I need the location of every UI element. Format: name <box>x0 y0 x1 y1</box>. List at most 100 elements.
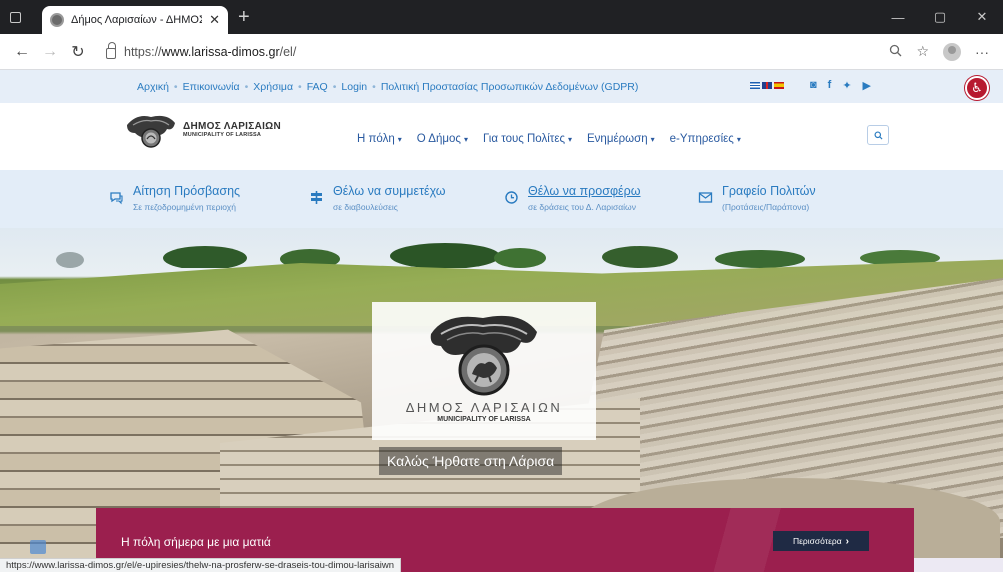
top-link-useful[interactable]: Χρήσιμα <box>253 81 293 93</box>
top-link-home[interactable]: Αρχική <box>137 81 169 93</box>
site-header: ΔΗΜΟΣ ΛΑΡΙΣΑΙΩΝ MUNICIPALITY OF LARISSA … <box>0 103 1003 170</box>
close-window-button[interactable]: ✕ <box>961 0 1003 34</box>
chevron-down-icon: ▾ <box>568 135 573 144</box>
nav-item-e-services[interactable]: e-Υπηρεσίες ▾ <box>670 133 741 145</box>
nav-item-label: Η πόλη <box>357 133 395 145</box>
quick-link-subtitle: (Προτάσεις/Παράπονα) <box>722 202 810 212</box>
top-link-contact[interactable]: Επικοινωνία <box>183 81 240 93</box>
municipality-emblem-icon <box>430 315 537 396</box>
search-button[interactable] <box>867 125 889 145</box>
minimize-button[interactable]: — <box>877 0 919 34</box>
favorite-star-icon[interactable]: ☆ <box>916 43 929 60</box>
forward-button[interactable]: → <box>36 43 64 61</box>
chat-icon <box>108 190 124 206</box>
zoom-icon[interactable] <box>889 44 902 60</box>
top-link-faq[interactable]: FAQ <box>307 81 328 93</box>
more-button[interactable]: Περισσότερα › <box>773 531 869 551</box>
nav-item-label: Ο Δήμος <box>416 133 461 145</box>
tab-actions-icon <box>9 11 21 23</box>
tab-title: Δήμος Λαρισαίων - ΔΗΜΟΣ ΛΑΡ <box>71 14 203 26</box>
quick-link-subtitle: Σε πεζοδρομημένη περιοχή <box>133 202 236 212</box>
browser-tab[interactable]: Δήμος Λαρισαίων - ΔΗΜΟΣ ΛΑΡ ✕ <box>42 6 228 34</box>
address-bar: ← → ↻ https://www.larissa-dimos.gr/el/ ☆… <box>0 34 1003 70</box>
top-link-login[interactable]: Login <box>341 81 367 93</box>
clock-icon <box>503 190 519 206</box>
close-tab-icon[interactable]: ✕ <box>209 12 220 28</box>
hero-logo-card: ΔΗΜΟΣ ΛΑΡΙΣΑΙΩΝ MUNICIPALITY OF LARISSA <box>372 302 596 440</box>
separator: • <box>173 80 178 93</box>
nav-item-news[interactable]: Ενημέρωση ▾ <box>587 133 655 145</box>
main-navigation: Η πόλη ▾ Ο Δήμος ▾ Για τους Πολίτες ▾ Ενημέ… <box>357 133 741 145</box>
accessibility-button[interactable]: ♿ <box>965 76 989 100</box>
quick-links-band: Αίτηση Πρόσβασης Σε πεζοδρομημένη περιοχ… <box>0 170 1003 228</box>
logo-text-english: MUNICIPALITY OF LARISSA <box>183 132 262 139</box>
twitter-icon[interactable]: ✦ <box>842 79 851 92</box>
quick-link-title: Θέλω να συμμετέχω <box>333 184 446 198</box>
quick-link-participate[interactable]: Θέλω να συμμετέχω σε διαβουλεύσεις <box>308 184 446 212</box>
facebook-icon[interactable]: f <box>828 79 832 92</box>
url-field[interactable]: https://www.larissa-dimos.gr/el/ <box>106 42 889 59</box>
more-options-icon[interactable]: ··· <box>975 44 989 60</box>
nav-item-citizens[interactable]: Για τους Πολίτες ▾ <box>483 133 572 145</box>
quick-link-subtitle: σε δράσεις του Δ. Λαρισαίων <box>528 202 636 212</box>
url-domain: www.larissa-dimos.gr <box>161 44 280 59</box>
top-link-gdpr[interactable]: Πολιτική Προστασίας Προσωπικών Δεδομένων… <box>381 81 639 93</box>
maximize-button[interactable]: ▢ <box>919 0 961 34</box>
separator: • <box>372 80 376 93</box>
english-flag-icon[interactable] <box>762 82 772 89</box>
refresh-button[interactable]: ↻ <box>64 42 92 62</box>
greek-flag-icon[interactable] <box>750 82 760 89</box>
profile-avatar[interactable] <box>943 42 961 61</box>
quick-link-access-request[interactable]: Αίτηση Πρόσβασης Σε πεζοδρομημένη περιοχ… <box>108 184 240 212</box>
trees-background <box>56 243 940 268</box>
site-logo[interactable]: ΔΗΜΟΣ ΛΑΡΙΣΑΙΩΝ MUNICIPALITY OF LARISSA <box>123 111 281 149</box>
separator: • <box>244 80 249 93</box>
top-links: Αρχική • Επικοινωνία • Χρήσιμα • FAQ • L… <box>137 81 638 93</box>
quick-link-title: Αίτηση Πρόσβασης <box>133 184 241 198</box>
chevron-down-icon: ▾ <box>463 135 468 144</box>
quick-link-title: Γραφείο Πολιτών <box>722 184 816 198</box>
url-prefix: https:// <box>124 44 162 59</box>
more-button-label: Περισσότερα <box>793 536 842 546</box>
nav-item-label: Για τους Πολίτες <box>482 133 565 145</box>
status-bar-url: https://www.larissa-dimos.gr/el/e-upires… <box>0 558 402 572</box>
quick-link-volunteer[interactable]: Θέλω να προσφέρω σε δράσεις του Δ. Λαρισ… <box>503 184 641 212</box>
separator: • <box>332 80 337 93</box>
quick-link-subtitle: σε διαβουλεύσεις <box>333 202 398 212</box>
signpost-icon <box>308 190 324 206</box>
url-path: /el/ <box>279 44 297 59</box>
favicon-icon <box>50 13 64 27</box>
logo-emblem-icon <box>127 115 175 148</box>
chevron-down-icon: ▾ <box>736 135 741 144</box>
page-edge <box>914 558 1003 572</box>
city-glance-title: Η πόλη σήμερα με μια ματιά <box>121 535 271 549</box>
hero-banner: ΔΗΜΟΣ ΛΑΡΙΣΑΙΩΝ MUNICIPALITY OF LARISSA … <box>0 228 1003 572</box>
instagram-icon[interactable]: ◙ <box>810 79 817 92</box>
nav-item-municipality[interactable]: Ο Δήμος ▾ <box>417 133 468 145</box>
hero-logo-greek: ΔΗΜΟΣ ΛΑΡΙΣΑΙΩΝ <box>405 400 563 415</box>
language-flags <box>750 82 784 89</box>
browser-titlebar: Δήμος Λαρισαίων - ΔΗΜΟΣ ΛΑΡ ✕ + — ▢ ✕ <box>0 0 1003 34</box>
quick-link-citizen-office[interactable]: Γραφείο Πολιτών (Προτάσεις/Παράπονα) <box>697 184 816 212</box>
chevron-right-icon: › <box>845 535 849 547</box>
spanish-flag-icon[interactable] <box>774 82 784 89</box>
tab-actions-button[interactable] <box>0 0 30 34</box>
floating-widget-icon[interactable] <box>30 540 46 554</box>
site-top-bar: Αρχική • Επικοινωνία • Χρήσιμα • FAQ • L… <box>0 70 1003 103</box>
search-icon <box>873 130 883 140</box>
hero-logo-english: MUNICIPALITY OF LARISSA <box>437 416 531 423</box>
nav-item-label: Ενημέρωση <box>587 133 648 145</box>
lock-icon <box>106 42 116 59</box>
accessibility-icon: ♿ <box>971 80 983 95</box>
quick-link-title: Θέλω να προσφέρω <box>528 184 641 198</box>
chevron-down-icon: ▾ <box>397 135 402 144</box>
envelope-icon <box>697 190 713 206</box>
youtube-icon[interactable]: ▶ <box>863 79 871 92</box>
nav-item-label: e-Υπηρεσίες <box>669 133 734 145</box>
window-controls: — ▢ ✕ <box>877 0 1003 34</box>
back-button[interactable]: ← <box>8 43 36 61</box>
welcome-caption: Καλώς Ήρθατε στη Λάρισα <box>379 447 563 475</box>
nav-item-city[interactable]: Η πόλη ▾ <box>357 133 402 145</box>
social-links: ◙ f ✦ ▶ <box>810 79 871 92</box>
new-tab-button[interactable]: + <box>238 0 250 34</box>
